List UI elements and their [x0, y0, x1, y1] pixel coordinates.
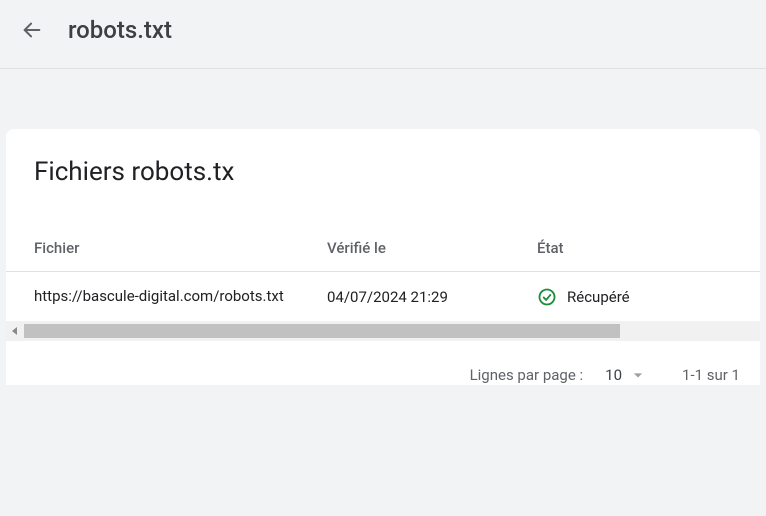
rows-per-page-label: Lignes par page :	[470, 366, 584, 384]
rows-per-page-select[interactable]: 10	[597, 365, 648, 385]
page-range: 1-1 sur 1	[682, 366, 740, 384]
horizontal-scrollbar[interactable]	[6, 321, 760, 341]
column-header-file: Fichier	[34, 239, 327, 257]
column-header-status: État	[537, 239, 732, 257]
card-title: Fichiers robots.tx	[6, 129, 760, 227]
rows-per-page-value: 10	[605, 366, 622, 384]
robots-card: Fichiers robots.tx Fichier Vérifié le Ét…	[6, 129, 760, 321]
arrow-left-icon	[21, 19, 43, 41]
table-header-row: Fichier Vérifié le État	[6, 227, 760, 272]
scroll-thumb[interactable]	[24, 324, 620, 338]
page-title: robots.txt	[68, 16, 172, 44]
pagination-bar: Lignes par page : 10 1-1 sur 1	[6, 341, 760, 385]
cell-status: Récupéré	[537, 287, 732, 307]
table-row[interactable]: https://bascule-digital.com/robots.txt 0…	[6, 272, 760, 321]
robots-table: Fichier Vérifié le État https://bascule-…	[6, 227, 760, 321]
dropdown-icon	[628, 365, 648, 385]
triangle-left-icon	[11, 326, 19, 336]
back-button[interactable]	[20, 18, 44, 42]
column-header-verified: Vérifié le	[327, 239, 537, 257]
status-text: Récupéré	[567, 288, 630, 306]
page-header: robots.txt	[0, 0, 766, 69]
check-circle-icon	[537, 287, 557, 307]
scroll-left-button[interactable]	[6, 322, 24, 340]
cell-file: https://bascule-digital.com/robots.txt	[34, 286, 327, 307]
cell-verified: 04/07/2024 21:29	[327, 288, 537, 306]
